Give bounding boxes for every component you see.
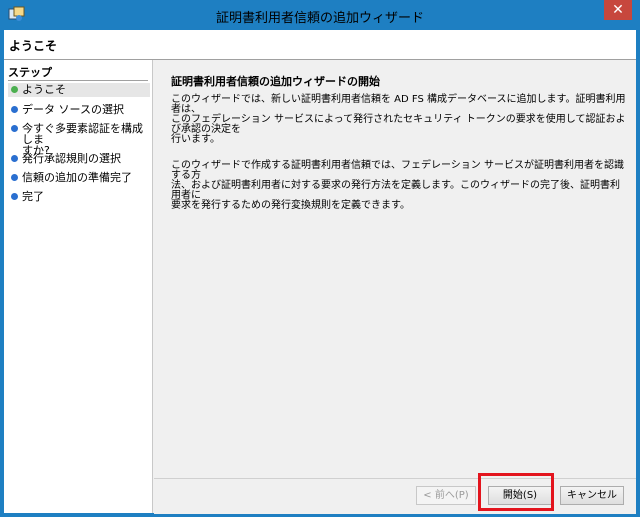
intro-paragraph-2: このウィザードで作成する証明書利用者信頼では、フェデレーション サービスが証明書… bbox=[171, 160, 624, 211]
steps-panel: ステップ ようこそ データ ソースの選択 今すぐ多要素認証を構成しま すか? 発… bbox=[4, 60, 153, 513]
step-bullet-icon bbox=[11, 174, 18, 181]
content-title: 証明書利用者信頼の追加ウィザードの開始 bbox=[171, 75, 380, 88]
window-title: 証明書利用者信頼の追加ウィザード bbox=[215, 11, 424, 26]
steps-heading: ステップ bbox=[8, 66, 52, 79]
step-label: ようこそ bbox=[22, 83, 66, 96]
step-bullet-icon bbox=[11, 106, 18, 113]
button-bar: < 前へ(P) 開始(S) キャンセル bbox=[154, 478, 636, 514]
step-item-welcome[interactable]: ようこそ bbox=[8, 83, 150, 97]
intro-paragraph-1: このウィザードでは、新しい証明書利用者信頼を AD FS 構成データベースに追加… bbox=[171, 94, 626, 145]
start-button-highlight bbox=[478, 473, 554, 511]
step-label: 信頼の追加の準備完了 bbox=[22, 171, 132, 184]
page-title: ようこそ bbox=[9, 39, 58, 53]
wizard-client-area: ようこそ ステップ ようこそ データ ソースの選択 今すぐ多要素認証を構成しま … bbox=[4, 30, 636, 514]
title-bar: 証明書利用者信頼の追加ウィザード ✕ bbox=[0, 0, 640, 30]
step-label: データ ソースの選択 bbox=[22, 103, 124, 116]
step-item-ready[interactable]: 信頼の追加の準備完了 bbox=[8, 171, 150, 185]
steps-divider bbox=[8, 80, 148, 81]
step-bullet-icon bbox=[11, 86, 18, 93]
step-item-finish[interactable]: 完了 bbox=[8, 190, 150, 204]
step-item-mfa[interactable]: 今すぐ多要素認証を構成しま すか? bbox=[8, 122, 150, 156]
wizard-window: 証明書利用者信頼の追加ウィザード ✕ ようこそ ステップ ようこそ データ ソー… bbox=[0, 0, 640, 517]
step-bullet-icon bbox=[11, 125, 18, 132]
step-bullet-icon bbox=[11, 155, 18, 162]
page-header: ようこそ bbox=[4, 30, 636, 60]
cancel-button[interactable]: キャンセル bbox=[560, 486, 624, 505]
close-button[interactable]: ✕ bbox=[604, 0, 632, 20]
step-item-issuance-rules[interactable]: 発行承認規則の選択 bbox=[8, 152, 150, 166]
content-panel: 証明書利用者信頼の追加ウィザードの開始 このウィザードでは、新しい証明書利用者信… bbox=[154, 60, 636, 478]
step-label: 完了 bbox=[22, 190, 44, 203]
prev-button[interactable]: < 前へ(P) bbox=[416, 486, 476, 505]
step-item-data-source[interactable]: データ ソースの選択 bbox=[8, 103, 150, 117]
step-bullet-icon bbox=[11, 193, 18, 200]
close-icon: ✕ bbox=[612, 2, 624, 18]
step-label: 発行承認規則の選択 bbox=[22, 152, 121, 165]
